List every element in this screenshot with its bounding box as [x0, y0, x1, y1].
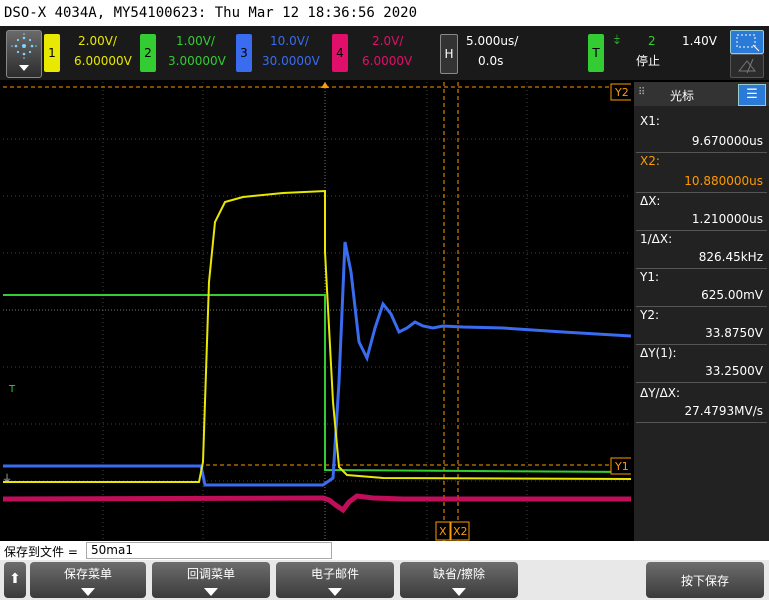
brand-logo-icon[interactable]: [6, 30, 42, 78]
save-file-name-input[interactable]: 50ma1: [86, 542, 332, 559]
save-file-bar: 保存到文件 = 50ma1: [0, 541, 769, 560]
horizontal-delay: 0.0s: [478, 54, 504, 68]
menu-up-button[interactable]: ⬆: [4, 562, 26, 598]
delta-y-label: ΔY(1):: [640, 346, 677, 360]
ground-icon: ⏚: [2, 474, 12, 485]
trigger-level-marker: T: [9, 384, 16, 395]
channel-1-trace: [3, 189, 631, 483]
channel-bar: 1 2.00V/ 6.00000V 2 1.00V/ 3.00000V 3 10…: [0, 26, 769, 80]
inverse-delta-x-value: 826.45kHz: [698, 250, 763, 264]
y2-marker-label: Y2: [615, 86, 629, 99]
acquisition-status: 停止: [636, 54, 661, 68]
y2-label: Y2:: [640, 308, 660, 322]
save-file-label: 保存到文件 =: [4, 545, 78, 559]
channel-4-key[interactable]: 4: [332, 34, 348, 72]
dimensions-icon[interactable]: [730, 54, 764, 78]
channel-3-trace: [3, 241, 631, 487]
submenu-arrow-icon: [81, 588, 95, 596]
channel-2-scale: 1.00V/: [176, 34, 215, 48]
y2-value: 33.8750V: [705, 326, 763, 340]
submenu-arrow-icon: [452, 588, 466, 596]
x1-value: 9.670000us: [691, 134, 763, 148]
chevron-down-icon: [19, 65, 29, 71]
channel-4-trace: [3, 493, 631, 514]
channel-3-key[interactable]: 3: [236, 34, 252, 72]
channel-2-trace: [3, 294, 631, 473]
softkey-press-to-save[interactable]: 按下保存: [646, 562, 764, 598]
channel-3-scale: 10.0V/: [270, 34, 309, 48]
softkey-default-erase[interactable]: 缺省/擦除: [400, 562, 518, 598]
trigger-level: 1.40V: [682, 34, 717, 48]
drag-handle-icon[interactable]: ⠿: [638, 87, 645, 98]
channel-2-offset: 3.00000V: [168, 54, 226, 68]
submenu-arrow-icon: [328, 588, 342, 596]
cursor-panel: ⠿ 光标 ☰ X1: 9.670000us X2: 10.880000us ΔX…: [634, 82, 769, 541]
horizontal-scale: 5.000us/: [466, 34, 519, 48]
channel-1-scale: 2.00V/: [78, 34, 117, 48]
waveform-svg: [3, 82, 631, 541]
channel-1-offset: 6.00000V: [74, 54, 132, 68]
trigger-key[interactable]: T: [588, 34, 604, 72]
delta-y-value: 33.2500V: [705, 364, 763, 378]
channel-4-offset: 6.0000V: [362, 54, 413, 68]
y1-label: Y1:: [640, 270, 660, 284]
x2-value: 10.880000us: [684, 174, 763, 188]
falling-edge-icon: ⤈: [614, 32, 620, 47]
waveform-display[interactable]: Y2 Y1 X X2 T: [3, 82, 631, 541]
softkey-bar: ⬆ 保存菜单 回调菜单 电子邮件 缺省/擦除 按下保存: [0, 560, 769, 600]
window-title: DSO-X 4034A, MY54100623: Thu Mar 12 18:3…: [0, 0, 769, 26]
y1-value: 625.00mV: [701, 288, 763, 302]
x1-label: X1:: [640, 114, 660, 128]
agilent-spark-icon: [11, 33, 37, 59]
delta-x-label: ΔX:: [640, 194, 661, 208]
submenu-arrow-icon: [204, 588, 218, 596]
x1-marker-label: X: [439, 525, 447, 538]
panel-menu-icon[interactable]: ☰: [738, 84, 766, 106]
x2-label: X2:: [640, 154, 660, 168]
softkey-recall-menu[interactable]: 回调菜单: [152, 562, 270, 598]
trigger-source: 2: [648, 34, 656, 48]
channel-2-key[interactable]: 2: [140, 34, 156, 72]
softkey-email[interactable]: 电子邮件: [276, 562, 394, 598]
y1-marker-label: Y1: [615, 460, 629, 473]
channel-4-scale: 2.0V/: [372, 34, 404, 48]
softkey-save-menu[interactable]: 保存菜单: [30, 562, 146, 598]
delta-x-value: 1.210000us: [691, 212, 763, 226]
arrow-up-icon: ⬆: [9, 571, 21, 587]
slope-label: ΔY/ΔX:: [640, 386, 681, 400]
channel-1-key[interactable]: 1: [44, 34, 60, 72]
inverse-delta-x-label: 1/ΔX:: [640, 232, 673, 246]
panel-title: 光标: [670, 89, 695, 103]
slope-value: 27.4793MV/s: [684, 404, 763, 418]
horizontal-key[interactable]: H: [440, 34, 458, 74]
select-zoom-icon[interactable]: [730, 30, 764, 54]
x2-marker-label: X2: [453, 525, 468, 538]
channel-3-offset: 30.0000V: [262, 54, 320, 68]
